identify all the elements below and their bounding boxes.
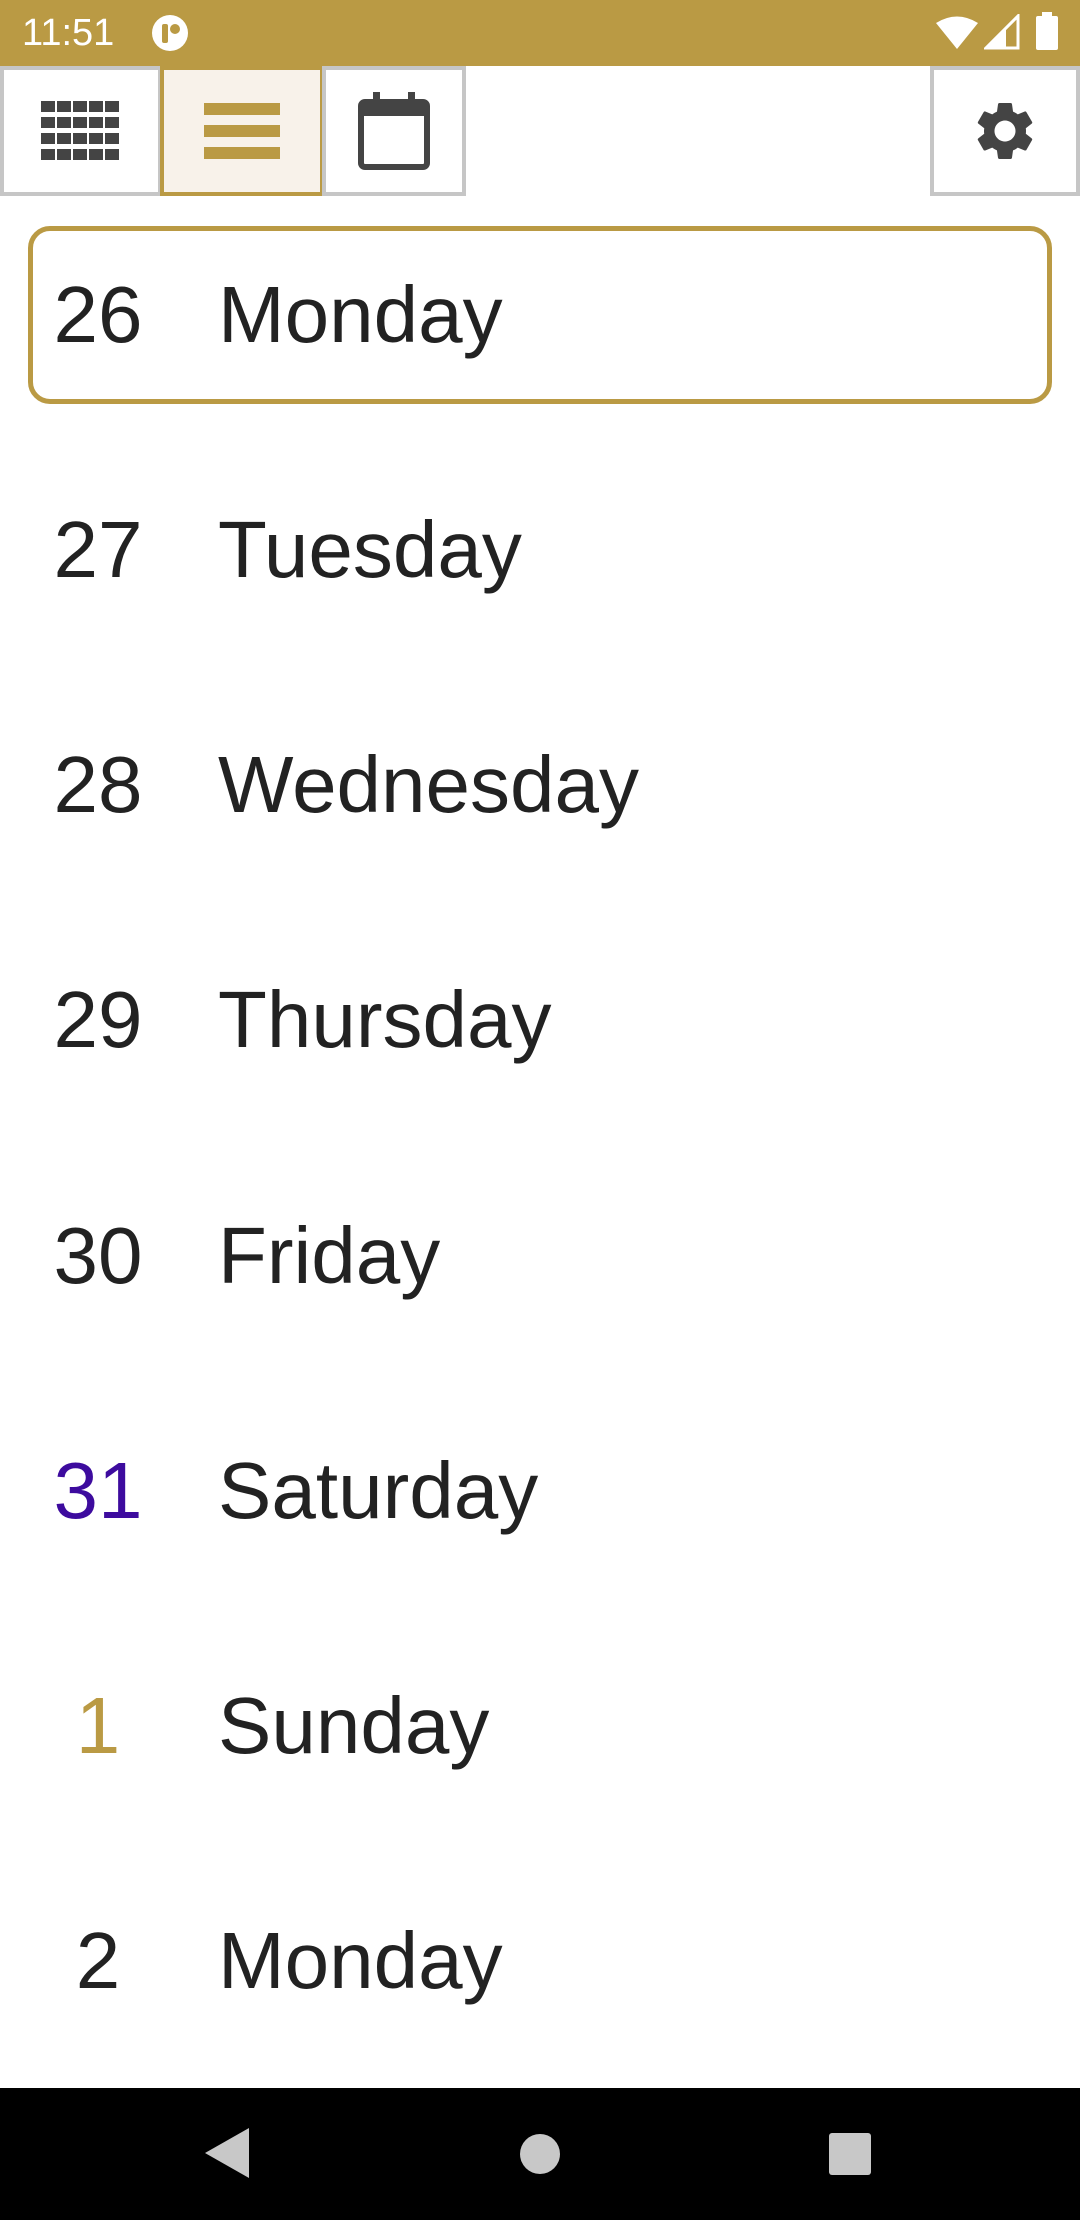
day-row[interactable]: 31 Saturday	[28, 1402, 1052, 1580]
battery-icon	[1036, 12, 1058, 50]
back-icon[interactable]	[205, 2128, 249, 2178]
day-name: Saturday	[218, 1446, 539, 1535]
status-bar: 11:51	[0, 0, 1080, 66]
recents-icon[interactable]	[829, 2133, 871, 2175]
day-row[interactable]: 30 Friday	[28, 1167, 1052, 1345]
day-number: 2	[75, 1916, 121, 2005]
day-row[interactable]: 28 Wednesday	[28, 696, 1052, 874]
grid-icon	[41, 101, 119, 160]
day-number: 30	[53, 1211, 143, 1300]
day-list[interactable]: 26 Monday 27 Tuesday 28 Wednesday 29 Thu…	[0, 196, 1080, 2088]
day-name: Wednesday	[218, 740, 640, 829]
day-name: Sunday	[218, 1681, 490, 1770]
day-number: 26	[53, 270, 143, 359]
day-row[interactable]: 26 Monday	[28, 226, 1052, 404]
day-name: Monday	[218, 1916, 503, 2005]
day-number: 29	[53, 975, 143, 1064]
settings-button[interactable]	[930, 66, 1080, 196]
list-view-button[interactable]	[160, 66, 324, 196]
day-number: 27	[53, 505, 143, 594]
day-number: 31	[53, 1446, 143, 1535]
app-notification-icon	[152, 15, 188, 51]
calendar-view-button[interactable]	[322, 66, 466, 196]
day-number: 1	[75, 1681, 121, 1770]
gear-icon	[977, 102, 1033, 159]
day-name: Monday	[218, 270, 503, 359]
day-row[interactable]: 1 Sunday	[28, 1637, 1052, 1815]
day-number: 28	[53, 740, 143, 829]
navigation-bar	[0, 2088, 1080, 2220]
day-name: Tuesday	[218, 505, 522, 594]
calendar-icon	[358, 92, 430, 170]
home-icon[interactable]	[519, 2133, 561, 2175]
status-time: 11:51	[22, 12, 115, 54]
signal-icon	[984, 14, 1020, 50]
grid-view-button[interactable]	[0, 66, 162, 196]
day-row[interactable]: 2 Monday	[28, 1872, 1052, 2050]
list-icon	[204, 103, 280, 159]
day-name: Thursday	[218, 975, 552, 1064]
day-row[interactable]: 27 Tuesday	[28, 461, 1052, 639]
day-name: Friday	[218, 1211, 441, 1300]
day-row[interactable]: 29 Thursday	[28, 931, 1052, 1109]
wifi-icon	[936, 16, 978, 49]
